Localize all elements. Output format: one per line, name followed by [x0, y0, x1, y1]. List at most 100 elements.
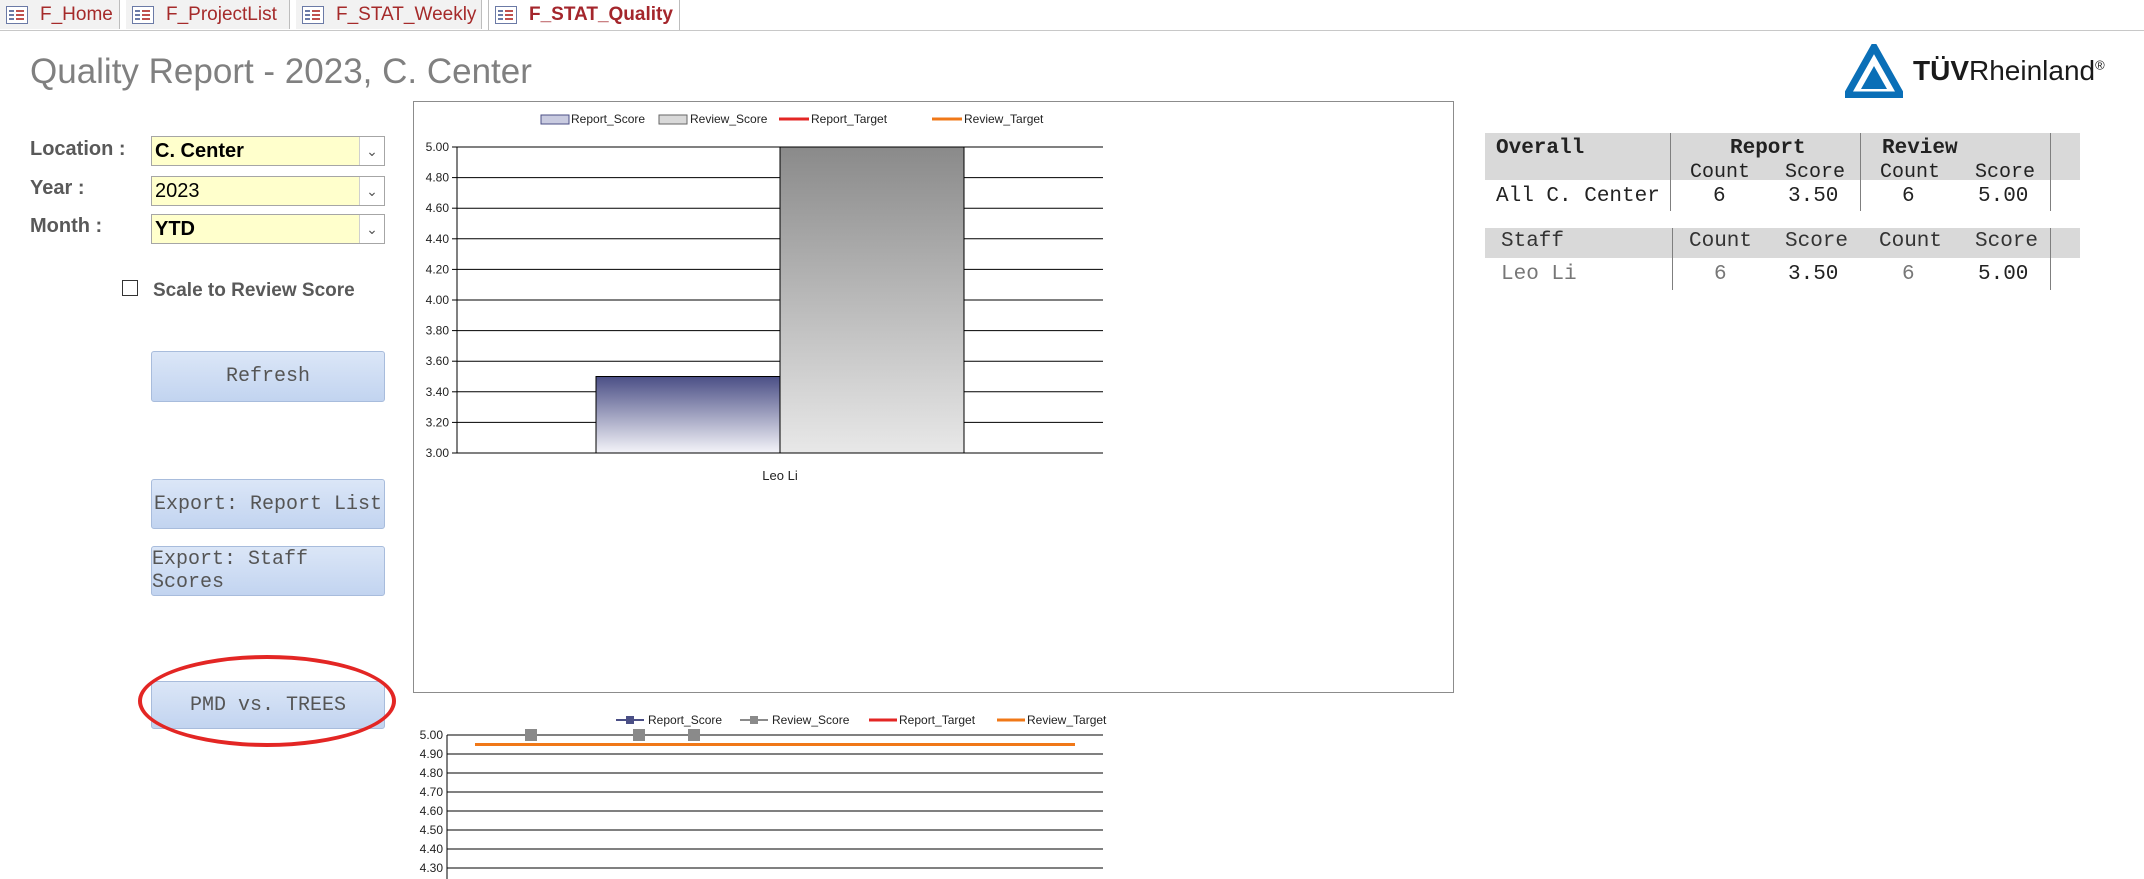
month-label: Month : [30, 215, 103, 237]
tab-label: F_Home [40, 3, 113, 25]
tab-f-home[interactable]: F_Home [0, 0, 120, 29]
overall-header: Overall [1496, 137, 1585, 160]
location-value: C. Center [155, 140, 244, 162]
line-chart-grid [446, 734, 1103, 879]
logo-text: TÜVRheinland® [1913, 55, 2105, 86]
tuv-logo: TÜVRheinland® [1845, 42, 2135, 100]
overall-row-name: All C. Center [1496, 185, 1660, 208]
score-header: Score [1785, 161, 1846, 184]
year-select[interactable]: 2023 ⌄ [151, 176, 385, 206]
y-tick-label: 3.40 [426, 385, 450, 399]
refresh-button[interactable]: Refresh [151, 351, 385, 402]
review-header: Review [1882, 137, 1958, 160]
tab-label: F_STAT_Quality [529, 4, 673, 25]
y-tick-label: 3.20 [426, 415, 450, 429]
location-label: Location : [30, 138, 126, 160]
review-score-point [688, 729, 700, 741]
chevron-down-icon[interactable]: ⌄ [359, 215, 384, 243]
score-header: Score [1785, 230, 1849, 253]
line-chart-y-ticks: 5.00 4.90 4.80 4.70 4.60 4.50 4.40 4.30 [420, 728, 444, 875]
export-staff-scores-button[interactable]: Export: Staff Scores [151, 546, 385, 596]
overall-review-count: 6 [1902, 185, 1915, 208]
year-value: 2023 [155, 180, 200, 202]
y-tick-label: 3.80 [426, 324, 450, 338]
overall-review-score: 5.00 [1978, 185, 2029, 208]
chevron-down-icon[interactable]: ⌄ [359, 137, 384, 165]
report-header: Report [1730, 137, 1806, 160]
y-tick-label: 4.30 [420, 861, 444, 875]
chevron-down-icon[interactable]: ⌄ [359, 177, 384, 205]
legend-label-review-target: Review_Target [1027, 713, 1107, 727]
y-tick-label: 5.00 [426, 140, 450, 154]
tab-label: F_STAT_Weekly [336, 3, 477, 25]
month-select[interactable]: YTD ⌄ [151, 214, 385, 244]
category-label: Leo Li [762, 468, 798, 483]
legend-label-review-score: Review_Score [772, 713, 850, 727]
legend-label-review-target: Review_Target [964, 112, 1044, 126]
y-tick-label: 4.40 [426, 232, 450, 246]
legend-label-report-target: Report_Target [811, 112, 888, 126]
count-header: Count [1690, 161, 1751, 184]
y-tick-label: 3.60 [426, 354, 450, 368]
y-tick-label: 4.60 [426, 201, 450, 215]
line-chart-legend: Report_Score Review_Score Report_Target … [616, 713, 1107, 727]
staff-header: Staff [1501, 230, 1565, 253]
location-select[interactable]: C. Center ⌄ [151, 136, 385, 166]
tab-f-projectlist[interactable]: F_ProjectList [126, 0, 290, 29]
y-tick-label: 4.90 [420, 747, 444, 761]
review-score-point [633, 729, 645, 741]
staff-review-count: 6 [1902, 263, 1915, 286]
tab-bar: F_Home F_ProjectList F_STAT_Weekly F_STA… [0, 0, 2144, 31]
tab-f-stat-quality[interactable]: F_STAT_Quality [488, 0, 680, 30]
y-tick-label: 4.40 [420, 842, 444, 856]
count-header: Count [1689, 230, 1753, 253]
legend-label-report-target: Report_Target [899, 713, 976, 727]
count-header: Count [1879, 230, 1943, 253]
bar-chart: Report_Score Review_Score Report_Target … [426, 112, 1103, 483]
form-icon [132, 5, 154, 24]
y-tick-label: 4.80 [420, 766, 444, 780]
y-tick-label: 4.00 [426, 293, 450, 307]
line-chart-marks [475, 729, 1075, 746]
form-icon [495, 6, 517, 24]
y-tick-label: 4.80 [426, 171, 450, 185]
y-tick-label: 4.60 [420, 804, 444, 818]
y-tick-label: 4.50 [420, 823, 444, 837]
month-value: YTD [155, 218, 195, 240]
chart-legend: Report_Score Review_Score Report_Target … [540, 112, 1044, 126]
review-score-point [525, 729, 537, 741]
staff-report-count: 6 [1714, 263, 1727, 286]
form-icon [302, 5, 324, 24]
legend-swatch-report-score [540, 114, 570, 125]
overall-report-count: 6 [1713, 185, 1726, 208]
bar-chart-y-ticks: 5.00 4.80 4.60 4.40 4.20 4.00 3.80 3.60 3.40 3.20… [426, 140, 457, 460]
tab-label: F_ProjectList [166, 3, 277, 25]
bar-review-score [779, 146, 965, 454]
y-tick-label: 5.00 [420, 728, 444, 742]
score-header: Score [1975, 230, 2039, 253]
count-header: Count [1880, 161, 1941, 184]
y-tick-label: 4.70 [420, 785, 444, 799]
form-icon [6, 5, 28, 24]
overall-report-score: 3.50 [1788, 185, 1839, 208]
staff-table: Staff Count Score Count Score Leo Li 6 3… [1485, 228, 2080, 293]
tab-f-stat-weekly[interactable]: F_STAT_Weekly [296, 0, 482, 29]
legend-label-report-score: Report_Score [571, 112, 645, 126]
bar-report-score [595, 376, 781, 454]
scale-review-label: Scale to Review Score [153, 280, 355, 301]
legend-label-review-score: Review_Score [690, 112, 768, 126]
y-tick-label: 4.20 [426, 262, 450, 276]
y-tick-label: 3.00 [426, 446, 450, 460]
year-label: Year : [30, 177, 85, 199]
staff-row-name: Leo Li [1501, 263, 1577, 286]
page-title: Quality Report - 2023, C. Center [30, 52, 532, 91]
legend-swatch-review-score [658, 114, 688, 125]
export-report-list-button[interactable]: Export: Report List [151, 479, 385, 529]
line-chart: Report_Score Review_Score Report_Target … [420, 713, 1107, 879]
legend-label-report-score: Report_Score [648, 713, 722, 727]
score-header: Score [1975, 161, 2036, 184]
staff-review-score: 5.00 [1978, 263, 2029, 286]
scale-review-checkbox[interactable] [122, 280, 138, 296]
overall-table: Overall Report Review Count Score Count … [1485, 133, 2080, 213]
staff-report-score: 3.50 [1788, 263, 1839, 286]
